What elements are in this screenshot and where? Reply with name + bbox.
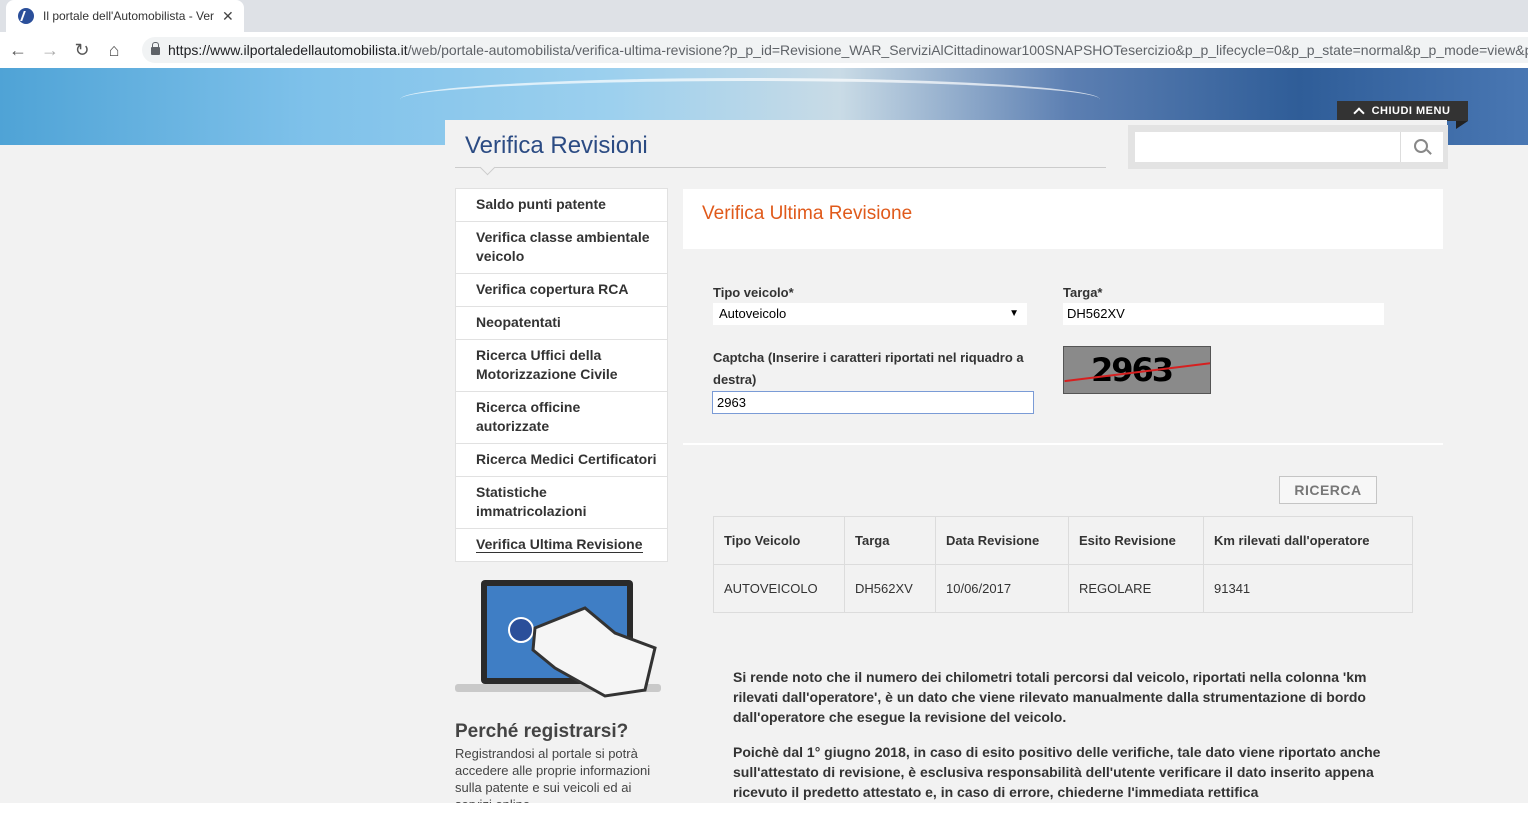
chiudi-menu-tail — [1456, 121, 1468, 129]
targa-input[interactable]: DH562XV — [1063, 303, 1384, 325]
title-divider — [455, 167, 1106, 168]
tipo-veicolo-select[interactable]: Autoveicolo ▼ — [713, 303, 1027, 325]
table-row: AUTOVEICOLO DH562XV 10/06/2017 REGOLARE … — [713, 564, 1413, 613]
site-favicon-icon — [18, 8, 34, 24]
targa-label: Targa* — [1063, 285, 1103, 300]
sidebar-item-statistiche[interactable]: Statistiche immatricolazioni — [456, 477, 667, 529]
url-path: /web/portale-automobilista/verifica-ulti… — [407, 42, 1528, 58]
url-host: https://www.ilportaledellautomobilista.i… — [168, 42, 408, 58]
cell-targa: DH562XV — [844, 564, 936, 613]
table-header-row: Tipo Veicolo Targa Data Revisione Esito … — [713, 516, 1413, 565]
sidebar-item-label: Saldo punti patente — [476, 196, 606, 212]
sidebar-item-label: Verifica copertura RCA — [476, 281, 629, 297]
col-header-km: Km rilevati dall'operatore — [1203, 516, 1413, 565]
sidebar-item-label: Statistiche immatricolazioni — [476, 484, 587, 519]
chiudi-menu-button[interactable]: CHIUDI MENU — [1337, 101, 1468, 121]
sidebar-item-label: Neopatentati — [476, 314, 561, 330]
site-search — [1128, 125, 1448, 169]
sidebar-item-classe-ambientale[interactable]: Verifica classe ambientale veicolo — [456, 222, 667, 274]
sidebar-item-neopatentati[interactable]: Neopatentati — [456, 307, 667, 340]
sidebar-item-ultima-revisione[interactable]: Verifica Ultima Revisione — [456, 529, 667, 561]
form-heading: Verifica Ultima Revisione — [702, 203, 913, 224]
reload-icon[interactable]: ↻ — [72, 40, 92, 60]
tipo-veicolo-label: Tipo veicolo* — [713, 285, 794, 300]
col-header-esito: Esito Revisione — [1068, 516, 1204, 565]
captcha-image: 2963 — [1063, 346, 1211, 394]
search-form: Tipo veicolo* Autoveicolo ▼ Targa* DH562X… — [683, 249, 1443, 445]
site-search-input[interactable] — [1135, 132, 1400, 162]
address-bar: ← → ↻ ⌂ https://www.ilportaledellautomob… — [0, 32, 1528, 69]
sidebar-item-label: Ricerca Medici Certificatori — [476, 451, 657, 467]
tab-title: Il portale dell'Automobilista - Ver — [43, 9, 215, 23]
captcha-input[interactable]: 2963 — [712, 391, 1034, 414]
back-arrow-icon[interactable]: ← — [8, 40, 28, 60]
dropdown-arrow-icon: ▼ — [1009, 308, 1019, 319]
sidebar-nav: Saldo punti patente Verifica classe ambi… — [455, 188, 668, 562]
col-header-data: Data Revisione — [935, 516, 1069, 565]
why-register-title: Perché registrarsi? — [455, 721, 629, 742]
sidebar-item-officine[interactable]: Ricerca officine autorizzate — [456, 392, 667, 444]
sidebar-item-medici[interactable]: Ricerca Medici Certificatori — [456, 444, 667, 477]
captcha-label: Captcha (Inserire i caratteri riportati … — [713, 350, 1024, 387]
laptop-hand-illustration[interactable] — [455, 578, 661, 698]
lock-icon — [151, 42, 160, 55]
attestato-note-paragraph: Poichè dal 1° giugno 2018, in caso di es… — [733, 744, 1381, 800]
sidebar-item-saldo-punti[interactable]: Saldo punti patente — [456, 189, 667, 222]
results-table: Tipo Veicolo Targa Data Revisione Esito … — [713, 516, 1413, 613]
search-button[interactable] — [1400, 132, 1443, 162]
sidebar-item-label: Verifica Ultima Revisione — [476, 536, 643, 553]
sidebar-item-label: Verifica classe ambientale veicolo — [476, 229, 650, 264]
search-icon — [1414, 139, 1428, 153]
url-field[interactable]: https://www.ilportaledellautomobilista.i… — [142, 37, 1528, 63]
forward-arrow-icon[interactable]: → — [40, 40, 60, 60]
sidebar-item-copertura-rca[interactable]: Verifica copertura RCA — [456, 274, 667, 307]
chiudi-menu-label: CHIUDI MENU — [1371, 105, 1451, 117]
tipo-veicolo-value: Autoveicolo — [719, 306, 787, 321]
close-tab-icon[interactable]: ✕ — [222, 8, 234, 25]
col-header-targa: Targa — [844, 516, 936, 565]
col-header-tipo: Tipo Veicolo — [713, 516, 845, 565]
sidebar-item-label: Ricerca Uffici della Motorizzazione Civi… — [476, 347, 618, 382]
ricerca-button[interactable]: RICERCA — [1279, 476, 1377, 504]
cell-esito: REGOLARE — [1068, 564, 1204, 613]
cell-km: 91341 — [1203, 564, 1413, 613]
home-icon[interactable]: ⌂ — [104, 40, 124, 60]
browser-tab-bar: Il portale dell'Automobilista - Ver ✕ — [0, 0, 1528, 32]
chevron-up-icon — [1352, 107, 1365, 119]
cell-data: 10/06/2017 — [935, 564, 1069, 613]
sidebar-item-uffici-motorizzazione[interactable]: Ricerca Uffici della Motorizzazione Civi… — [456, 340, 667, 392]
sidebar-item-label: Ricerca officine autorizzate — [476, 399, 581, 434]
browser-tab[interactable]: Il portale dell'Automobilista - Ver ✕ — [6, 0, 244, 32]
km-note-paragraph: Si rende noto che il numero dei chilomet… — [733, 669, 1367, 725]
page-title: Verifica Revisioni — [465, 132, 648, 159]
results-area: RICERCA Tipo Veicolo Targa Data Revision… — [683, 445, 1443, 803]
panel-header: Verifica Ultima Revisione — [683, 189, 1443, 249]
why-register-text: Registrandosi al portale si potrà accede… — [455, 746, 651, 803]
cell-tipo: AUTOVEICOLO — [713, 564, 845, 613]
